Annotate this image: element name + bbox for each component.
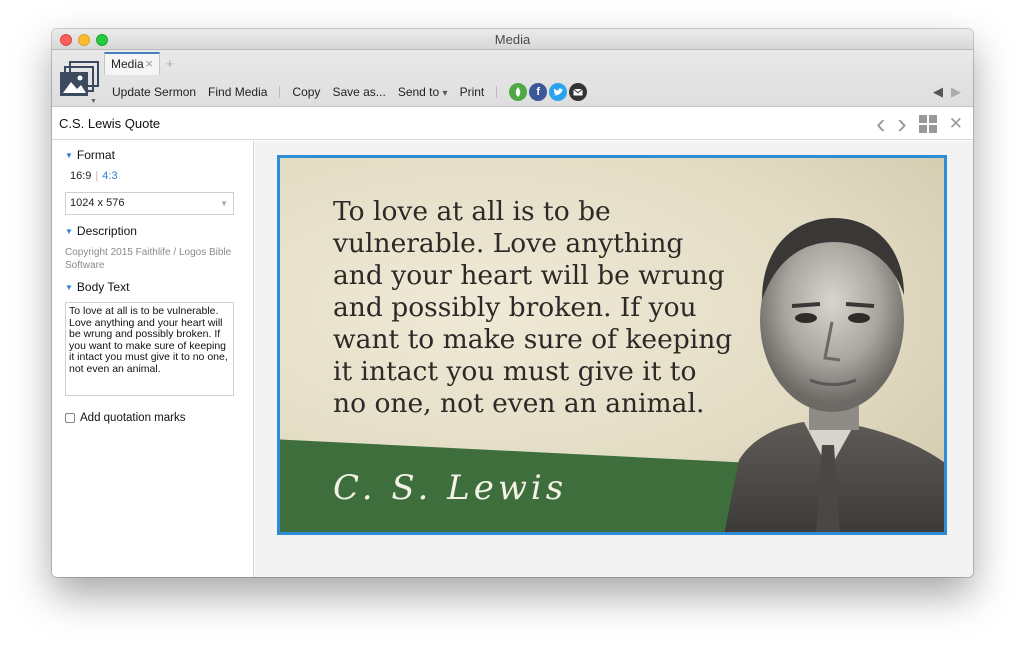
body-text-heading: Body Text — [76, 280, 130, 294]
email-icon[interactable] — [569, 83, 588, 101]
media-app-icon[interactable] — [58, 60, 100, 100]
back-arrow-icon[interactable]: ◀ — [933, 84, 943, 100]
media-canvas: To love at all is to be vulnerable. Love… — [255, 141, 973, 577]
aspect-ratio-options: 16:9 | 4:3 — [65, 170, 253, 186]
tab-strip: ▼ Media × + Update Sermon Find Media Cop… — [52, 50, 973, 107]
save-as-button[interactable]: Save as... — [332, 85, 385, 99]
find-media-button[interactable]: Find Media — [208, 85, 267, 99]
grid-view-icon[interactable] — [918, 115, 937, 133]
media-window: Media ▼ Media × + Update Sermon Find Med… — [52, 29, 973, 577]
facebook-icon[interactable]: f — [529, 83, 548, 101]
window-zoom-button[interactable] — [96, 34, 108, 46]
ratio-16-9-option[interactable]: 16:9 — [70, 170, 91, 182]
description-section-header[interactable]: ▼ Description — [65, 224, 253, 240]
title-bar: Media — [52, 29, 973, 50]
panel-controls: ‹ › ✕ — [876, 110, 963, 138]
previous-icon[interactable]: ‹ — [876, 110, 885, 138]
panel-header: C.S. Lewis Quote ‹ › ✕ — [52, 108, 973, 140]
format-section-header[interactable]: ▼ Format — [65, 148, 253, 164]
body-text-input[interactable]: To love at all is to be vulnerable. Love… — [65, 302, 234, 396]
media-preview[interactable]: To love at all is to be vulnerable. Love… — [277, 155, 947, 535]
portrait-image — [724, 218, 944, 532]
window-title: Media — [494, 32, 531, 47]
toolbar: Update Sermon Find Media Copy Save as...… — [112, 83, 589, 101]
forward-arrow-icon[interactable]: ▶ — [951, 84, 961, 100]
description-text: Copyright 2015 Faithlife / Logos Bible S… — [65, 247, 232, 271]
history-nav: ◀ ▶ — [933, 84, 961, 100]
send-to-button[interactable]: Send to ▾ — [398, 85, 448, 99]
send-to-label: Send to — [397, 85, 440, 99]
tab-media[interactable]: Media × — [104, 52, 160, 75]
quotation-marks-checkbox[interactable] — [65, 413, 75, 423]
update-sermon-button[interactable]: Update Sermon — [112, 85, 196, 99]
disclosure-triangle-icon: ▼ — [65, 151, 73, 160]
new-tab-icon[interactable]: + — [166, 56, 174, 71]
size-select[interactable]: 1024 x 576 ▼ — [65, 192, 234, 215]
format-heading: Format — [76, 148, 115, 162]
chevron-down-icon: ▼ — [220, 199, 228, 208]
copy-button[interactable]: Copy — [292, 85, 320, 99]
panel-title: C.S. Lewis Quote — [59, 116, 161, 131]
toolbar-divider — [279, 86, 281, 98]
close-panel-icon[interactable]: ✕ — [949, 114, 963, 134]
app-menu-caret-icon[interactable]: ▼ — [90, 98, 97, 105]
properties-sidebar: ▼ Format 16:9 | 4:3 1024 x 576 ▼ ▼ Descripti… — [52, 141, 254, 577]
description-heading: Description — [76, 224, 137, 238]
twitter-icon[interactable] — [549, 83, 568, 101]
tab-close-icon[interactable]: × — [145, 54, 153, 74]
toolbar-divider — [496, 86, 498, 98]
window-close-button[interactable] — [60, 34, 72, 46]
signature: C. S. Lewis — [333, 468, 568, 508]
quotation-marks-option[interactable]: Add quotation marks — [65, 412, 253, 424]
tab-media-label: Media — [111, 57, 144, 71]
disclosure-triangle-icon: ▼ — [65, 227, 73, 236]
size-select-value: 1024 x 576 — [70, 197, 125, 209]
quotation-marks-label: Add quotation marks — [80, 412, 186, 424]
ratio-4-3-option[interactable]: 4:3 — [102, 170, 117, 182]
share-icons: f — [509, 83, 589, 101]
print-button[interactable]: Print — [460, 85, 485, 99]
ratio-separator: | — [95, 170, 99, 182]
disclosure-triangle-icon: ▼ — [65, 283, 73, 292]
faithlife-icon[interactable] — [509, 83, 528, 101]
next-icon[interactable]: › — [897, 110, 906, 138]
body-text-section-header[interactable]: ▼ Body Text — [65, 280, 253, 296]
chevron-down-icon: ▾ — [442, 88, 448, 99]
window-minimize-button[interactable] — [78, 34, 90, 46]
